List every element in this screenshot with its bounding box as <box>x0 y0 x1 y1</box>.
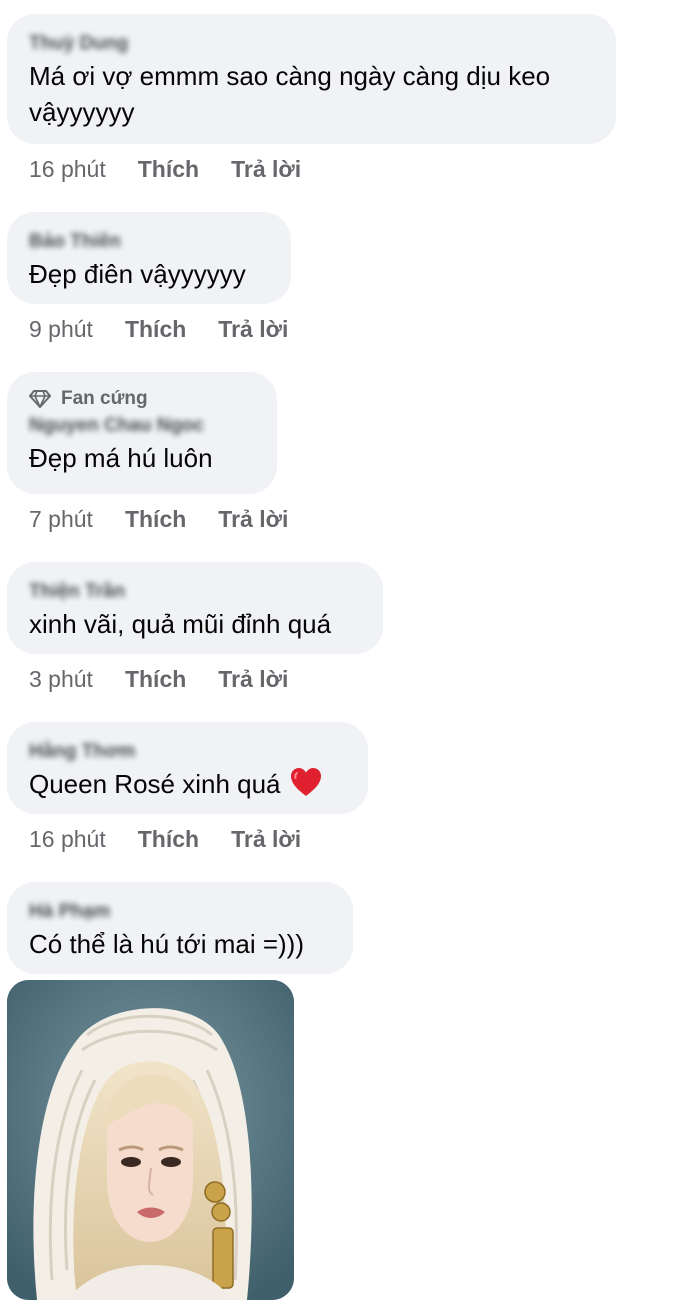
comment-actions: 9 phút Thích Trả lời <box>29 314 320 344</box>
reply-button[interactable]: Trả lời <box>231 826 301 853</box>
comment-bubble[interactable]: Thuỳ Dung Má ơi vợ emmm sao càng ngày cà… <box>7 14 616 144</box>
comment-time[interactable]: 16 phút <box>29 156 106 183</box>
badge-label: Fan cứng <box>61 388 148 409</box>
red-heart-icon <box>290 768 321 796</box>
comment-text: Đẹp má hú luôn <box>29 443 213 473</box>
comment-photo[interactable] <box>7 980 294 1300</box>
commenter-name[interactable]: Thiện Trần <box>29 580 361 604</box>
commenter-name[interactable]: Hà Phạm <box>29 900 331 924</box>
comment-time[interactable]: 3 phút <box>29 666 93 693</box>
reply-button[interactable]: Trả lời <box>218 506 288 533</box>
comment-bubble[interactable]: Hằng Thơm Queen Rosé xinh quá <box>7 722 368 814</box>
commenter-name[interactable]: Thuỳ Dung <box>29 32 594 56</box>
comment-text-content: Queen Rosé xinh quá <box>29 769 281 799</box>
comment-text: Đẹp điên vậyyyyyy <box>29 259 246 289</box>
comment-actions: 16 phút Thích Trả lời <box>29 824 333 854</box>
comment-time[interactable]: 7 phút <box>29 506 93 533</box>
woman-portrait-photo <box>7 980 294 1300</box>
reply-button[interactable]: Trả lời <box>218 316 288 343</box>
reply-button[interactable]: Trả lời <box>218 666 288 693</box>
commenter-name[interactable]: Bảo Thiên <box>29 230 269 254</box>
comment-bubble[interactable]: Bảo Thiên Đẹp điên vậyyyyyy <box>7 212 291 304</box>
like-button[interactable]: Thích <box>138 156 199 183</box>
top-fan-badge: Fan cứng <box>29 386 255 412</box>
like-button[interactable]: Thích <box>125 666 186 693</box>
diamond-icon <box>29 390 51 408</box>
comment-bubble[interactable]: Fan cứng Nguyen Chau Ngoc Đẹp má hú luôn <box>7 372 277 494</box>
like-button[interactable]: Thích <box>125 506 186 533</box>
comment-text: Queen Rosé xinh quá <box>29 766 346 802</box>
comment-time[interactable]: 9 phút <box>29 316 93 343</box>
comment-bubble[interactable]: Thiện Trần xinh vãi, quả mũi đỉnh quá <box>7 562 383 654</box>
comment-actions: 7 phút Thích Trả lời <box>29 504 320 534</box>
reply-button[interactable]: Trả lời <box>231 156 301 183</box>
comment-text: xinh vãi, quả mũi đỉnh quá <box>29 609 332 639</box>
comment-time[interactable]: 16 phút <box>29 826 106 853</box>
comment-text: Má ơi vợ emmm sao càng ngày càng dịu keo… <box>29 61 551 127</box>
commenter-name[interactable]: Nguyen Chau Ngoc <box>29 414 255 438</box>
commenter-name[interactable]: Hằng Thơm <box>29 740 346 764</box>
comment-actions: 3 phút Thích Trả lời <box>29 664 320 694</box>
comment-actions: 16 phút Thích Trả lời <box>29 154 333 184</box>
like-button[interactable]: Thích <box>138 826 199 853</box>
comment-text: Có thể là hú tới mai =))) <box>29 929 304 959</box>
comment-bubble[interactable]: Hà Phạm Có thể là hú tới mai =))) <box>7 882 353 974</box>
like-button[interactable]: Thích <box>125 316 186 343</box>
